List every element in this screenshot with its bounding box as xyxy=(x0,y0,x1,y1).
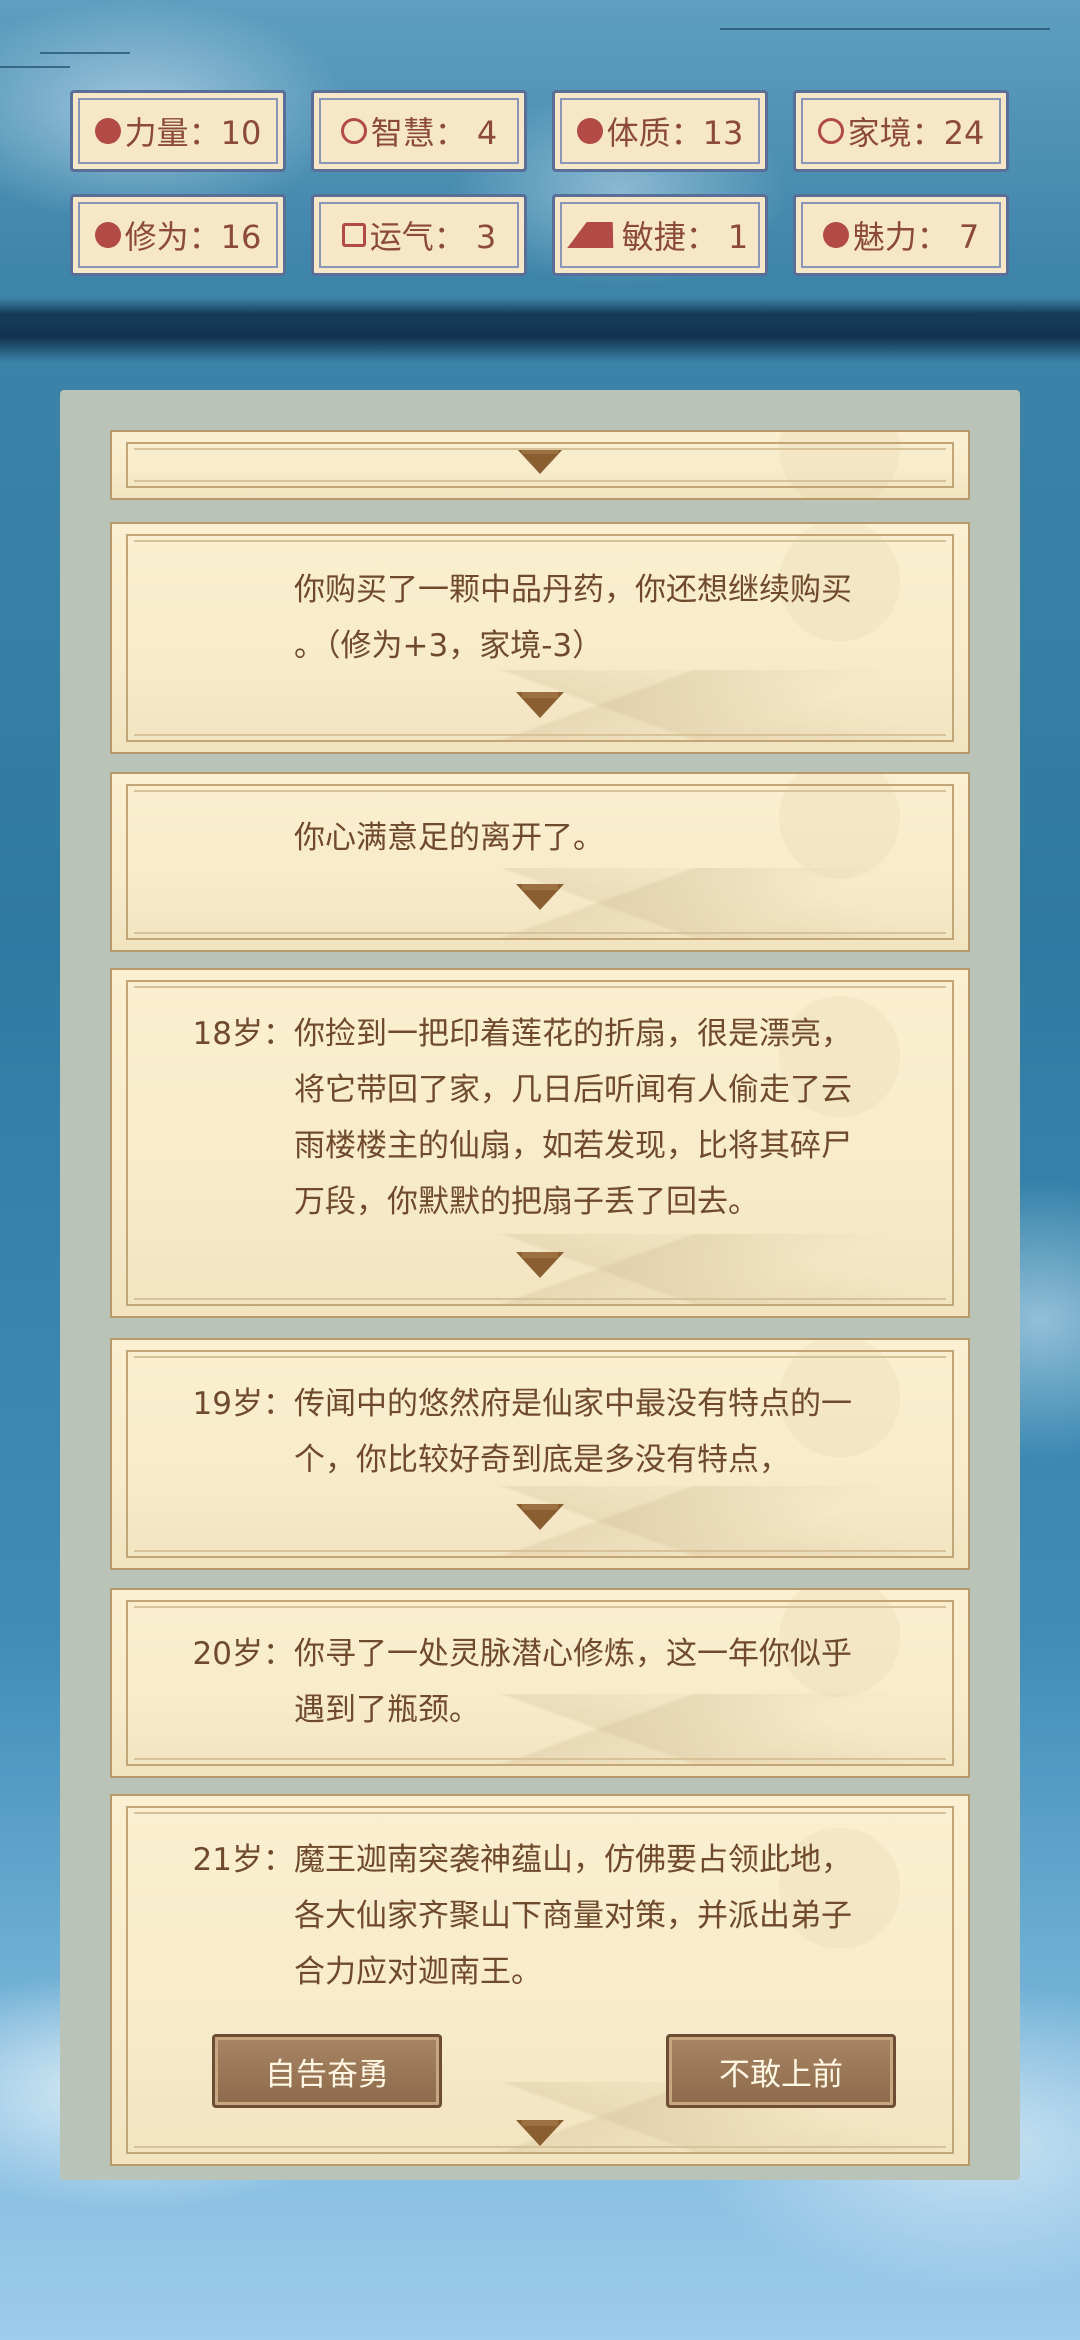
stat-agility: 敏捷： 1 xyxy=(552,194,768,276)
stat-luck: 运气： 3 xyxy=(311,194,527,276)
constitution-icon xyxy=(576,118,603,144)
decor-line xyxy=(40,52,130,54)
family-icon xyxy=(817,118,844,144)
event-age xyxy=(112,810,294,866)
strength-icon xyxy=(94,118,121,144)
event-card xyxy=(110,430,970,500)
brush-stroke xyxy=(0,298,1080,362)
event-age: 20岁： xyxy=(192,1636,294,1672)
heart-icon xyxy=(822,222,849,248)
luck-icon xyxy=(341,223,366,247)
event-age xyxy=(112,562,294,674)
stat-constitution: 体质：13 xyxy=(552,90,768,172)
event-text: 你购买了一颗中品丹药，你还想继续购买 。（修为+3，家境-3） xyxy=(294,572,852,664)
stat-charm: 魅力： 7 xyxy=(793,194,1009,276)
stat-strength: 力量：10 xyxy=(70,90,286,172)
chevron-down-icon xyxy=(516,448,564,474)
stat-wisdom: 智慧： 4 xyxy=(311,90,527,172)
event-text: 传闻中的悠然府是仙家中最没有特点的一 个，你比较好奇到底是多没有特点， xyxy=(294,1386,852,1478)
event-card-current: 21岁： 魔王迦南突袭神蕴山，仿佛要占领此地， 各大仙家齐聚山下商量对策，并派出… xyxy=(110,1794,970,2166)
chevron-down-icon xyxy=(516,884,564,910)
chevron-down-icon xyxy=(516,692,564,718)
lightning-icon xyxy=(566,222,623,248)
event-card: 19岁： 传闻中的悠然府是仙家中最没有特点的一 个，你比较好奇到底是多没有特点， xyxy=(110,1338,970,1570)
event-age: 21岁： xyxy=(192,1842,294,1878)
event-card: 你心满意足的离开了。 xyxy=(110,772,970,952)
event-age: 18岁： xyxy=(192,1016,294,1052)
event-text: 魔王迦南突袭神蕴山，仿佛要占领此地， 各大仙家齐聚山下商量对策，并派出弟子 合力… xyxy=(294,1842,852,1990)
stat-family: 家境：24 xyxy=(793,90,1009,172)
stat-cultivation: 修为：16 xyxy=(70,194,286,276)
event-age: 19岁： xyxy=(192,1386,294,1422)
chevron-down-icon xyxy=(516,1504,564,1530)
brave-choice-button[interactable]: 自告奋勇 xyxy=(212,2034,442,2108)
event-text: 你心满意足的离开了。 xyxy=(294,820,604,856)
life-log-panel[interactable]: 你购买了一颗中品丹药，你还想继续购买 。（修为+3，家境-3） 你心满意足的离开… xyxy=(60,390,1020,2180)
decor-line xyxy=(0,66,70,68)
event-text: 你捡到一把印着莲花的折扇，很是漂亮， 将它带回了家，几日后听闻有人偷走了云 雨楼… xyxy=(294,1016,852,1220)
event-card: 20岁： 你寻了一处灵脉潜心修炼，这一年你似乎 遇到了瓶颈。 xyxy=(110,1588,970,1778)
event-card: 18岁： 你捡到一把印着莲花的折扇，很是漂亮， 将它带回了家，几日后听闻有人偷走… xyxy=(110,968,970,1318)
retreat-choice-button[interactable]: 不敢上前 xyxy=(666,2034,896,2108)
event-text: 你寻了一处灵脉潜心修炼，这一年你似乎 遇到了瓶颈。 xyxy=(294,1636,852,1728)
decor-line xyxy=(720,28,1050,30)
chevron-down-icon xyxy=(516,1252,564,1278)
chevron-down-icon xyxy=(516,2120,564,2146)
cloud-icon xyxy=(94,222,121,248)
event-card: 你购买了一颗中品丹药，你还想继续购买 。（修为+3，家境-3） xyxy=(110,522,970,754)
bulb-icon xyxy=(340,118,367,144)
